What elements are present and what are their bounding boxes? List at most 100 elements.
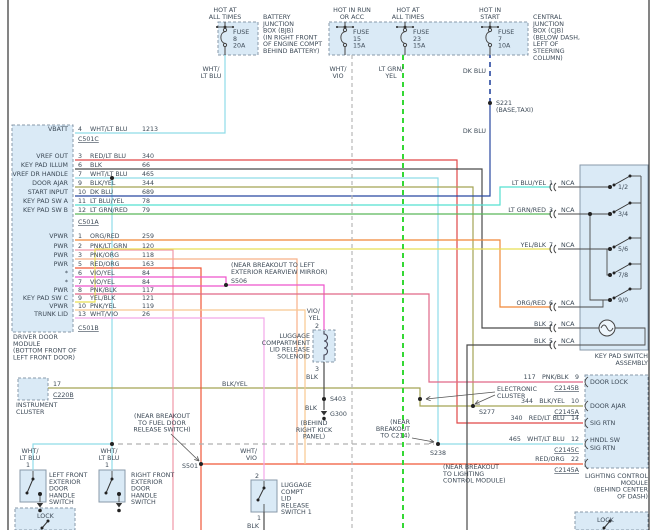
ddm-circuit-number: 84 xyxy=(142,270,150,277)
ddm-pin-label: * xyxy=(65,270,68,277)
handle-switch-icon xyxy=(32,478,35,481)
ddm-pin-label: KEY PAD ILLUM xyxy=(21,162,68,169)
splice-dot xyxy=(322,397,326,401)
ddm-pin-label: DOOR AJAR xyxy=(32,180,68,187)
ddm-wire-color: WHT/LT BLU xyxy=(90,126,128,133)
kp-wire-color: LT BLU/YEL xyxy=(512,180,547,187)
kp-nca-label: NCA xyxy=(561,242,575,249)
keypad-switch-icon xyxy=(629,202,632,205)
wire-tag-whtltblu: WHT/LT BLU xyxy=(201,66,222,80)
bus-tap xyxy=(336,26,338,28)
ls-pin2: 2 xyxy=(255,473,259,480)
bus-tap xyxy=(232,26,234,28)
ground-icon xyxy=(116,503,122,508)
kp-pin-number: 3 xyxy=(549,207,553,214)
ddm-pin-label: KEY PAD SW C xyxy=(23,295,69,302)
ddm-pin-number: 10 xyxy=(78,303,86,310)
s277-label: S277 xyxy=(479,409,495,416)
ddm-circuit-number: 117 xyxy=(142,287,154,294)
ic-pin17: 17 xyxy=(53,381,61,388)
ground-icon xyxy=(37,503,43,508)
handle-switch-icon xyxy=(111,478,114,481)
ddm-wire-color: PNK/BLK xyxy=(90,287,118,294)
splice-dot xyxy=(608,298,612,302)
bus-tap xyxy=(352,26,354,28)
ddm-pin-number: 9 xyxy=(78,295,82,302)
splice-dot xyxy=(110,442,114,446)
ddm-pin-number: 3 xyxy=(78,252,82,259)
splice-s221-label: S221(BASE,TAXI) xyxy=(496,100,533,114)
lcm-pin-label: DOOR LOCK xyxy=(590,379,629,386)
ddm-circuit-number: 78 xyxy=(142,198,150,205)
lcm-pin-label: SIG RTN xyxy=(590,445,615,452)
keypad-assembly-label: KEY PAD SWITCHASSEMBLY xyxy=(595,353,648,367)
keypad-switch-icon xyxy=(629,237,632,240)
bus-tap xyxy=(481,26,483,28)
wire-tag-vioyel: VIO/YEL xyxy=(307,308,321,322)
ls-blk-tag: BLK xyxy=(247,523,260,530)
ddm-circuit-number: 26 xyxy=(142,311,150,318)
luggage-switch-icon xyxy=(257,499,260,502)
kp-wire-color: LT GRN/RED xyxy=(508,207,546,214)
splice-dot xyxy=(488,101,492,105)
ddm-pin-number: 7 xyxy=(78,279,82,286)
s501-label: S501 xyxy=(182,463,198,470)
kp-wire-color: BLK xyxy=(534,321,547,328)
ddm-pin-label: KEY PAD SW A xyxy=(23,198,69,205)
ddm-pin-number: 8 xyxy=(78,287,82,294)
kp-nca-label: NCA xyxy=(561,321,575,328)
ddm-pin-label: VPWR xyxy=(49,303,68,310)
ddm-wire-color: WHT/LT BLU xyxy=(90,171,128,178)
lcm-pin-label: HNDL SW xyxy=(590,437,621,444)
bus-tap xyxy=(396,26,398,28)
kp-pin-number: 5 xyxy=(549,338,553,345)
ddm-circuit-number: 163 xyxy=(142,261,154,268)
ddm-wire-color: BLK xyxy=(90,162,103,169)
wire-tag-whtvio-bottom: WHT/VIO xyxy=(240,448,258,462)
conn-c220b: C220B xyxy=(53,392,74,399)
ddm-circuit-number: 340 xyxy=(142,153,154,160)
lcm-connector: C2145A xyxy=(554,467,579,474)
solenoid-blk-tag: BLK xyxy=(306,374,319,381)
kp-switch-label: 1/2 xyxy=(618,184,628,191)
ddm-pin-number: 10 xyxy=(78,189,86,196)
keypad-switch-icon xyxy=(613,246,616,249)
lock-right-label: LOCK xyxy=(597,517,615,524)
kp-pin-number: 7 xyxy=(549,242,553,249)
ddm-pin-number: 13 xyxy=(78,311,86,318)
ddm-pin-number: 11 xyxy=(78,198,86,205)
lcm-connector: C2145C xyxy=(554,447,579,454)
s506-note: (NEAR BREAKOUT TO LEFTEXTERIOR REARVIEW … xyxy=(231,262,327,276)
lcm-pin-row: 465 WHT/LT BLU 12 xyxy=(509,436,579,443)
g300-ground-icon xyxy=(321,411,327,416)
lcm-pin-row: 344 BLK/YEL 10 xyxy=(521,398,579,405)
ddm-circuit-number: 84 xyxy=(142,279,150,286)
keypad-switch-icon xyxy=(613,297,616,300)
lcm-pin-label: DOOR AJAR xyxy=(590,403,626,410)
conn-c501b: C501B xyxy=(78,325,99,332)
ddm-circuit-number: 79 xyxy=(142,207,150,214)
ls-pin1: 1 xyxy=(257,515,261,522)
nb-fuel-note: (NEAR BREAKOUTTO FUEL DOORRELEASE SWITCH… xyxy=(133,413,190,434)
kp-wire-color: BLK xyxy=(534,338,547,345)
lcm-label: LIGHTING CONTROLMODULE(BEHIND CENTEROF D… xyxy=(585,473,649,500)
lock-switch-icon xyxy=(41,527,44,530)
ddm-pin-label: VBATT xyxy=(48,126,68,133)
kick-panel-note: (BEHINDRIGHT KICKPANEL) xyxy=(296,420,333,441)
wiring-diagram-canvas: 4WHT/LT BLU1213VBATT3RED/LT BLU340VREF O… xyxy=(0,0,650,530)
splice-dot xyxy=(608,247,612,251)
ddm-wire-color: RED/LT BLU xyxy=(90,153,126,160)
ddm-pin-label: PWR xyxy=(54,287,69,294)
instrument-cluster-box xyxy=(18,378,48,400)
lhs-pin1: 1 xyxy=(26,462,30,469)
splice-dot xyxy=(608,273,612,277)
lock-left-label: LOCK xyxy=(37,513,55,520)
splice-dot xyxy=(224,283,228,287)
splice-dot xyxy=(588,212,592,216)
ddm-wire-color: LT GRN/RED xyxy=(90,207,128,214)
pointer-arrow xyxy=(426,399,431,401)
ddm-wire-color: ORG/RED xyxy=(90,233,120,240)
ddm-pin-label: KEY PAD SW B xyxy=(23,207,68,214)
splice-dot xyxy=(117,492,121,496)
ddm-circuit-number: 121 xyxy=(142,295,154,302)
